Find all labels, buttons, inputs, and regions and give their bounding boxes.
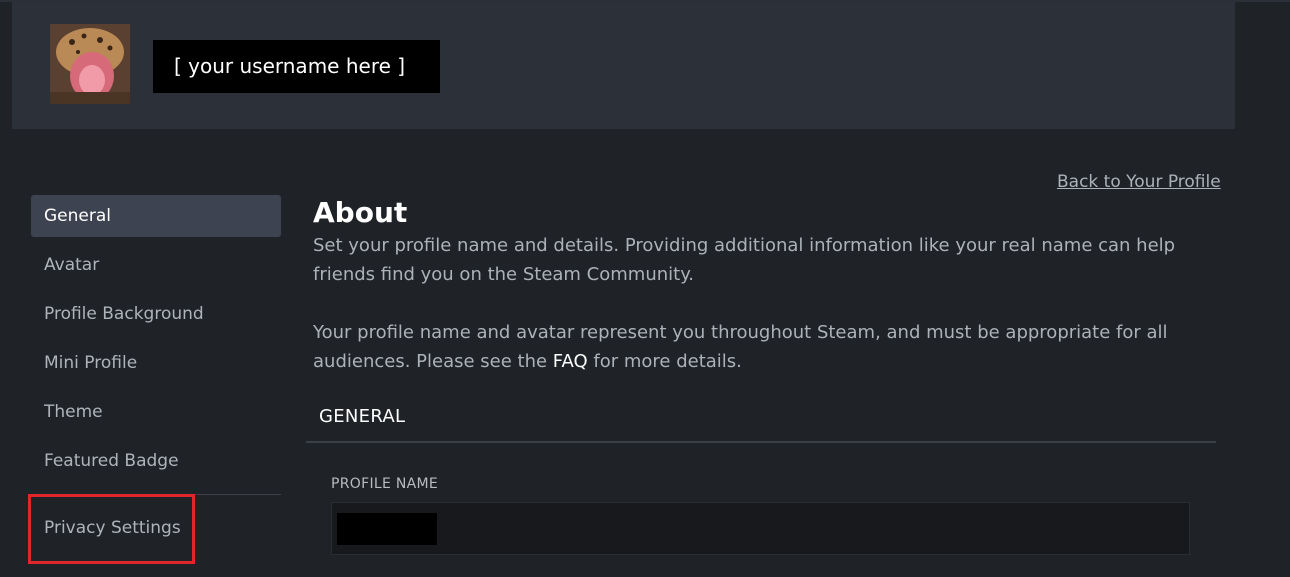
back-to-profile-link[interactable]: Back to Your Profile xyxy=(1057,172,1221,192)
guidelines-text-end: for more details. xyxy=(587,351,742,372)
sidebar-item-privacy-settings[interactable]: Privacy Settings xyxy=(44,518,181,538)
profile-name-input[interactable] xyxy=(331,502,1190,555)
sidebar-item-theme[interactable]: Theme xyxy=(31,391,281,433)
sidebar-item-profile-background[interactable]: Profile Background xyxy=(31,293,281,335)
settings-sidebar: General Avatar Profile Background Mini P… xyxy=(31,195,281,489)
about-description: Set your profile name and details. Provi… xyxy=(313,235,1176,285)
username-display: [ your username here ] xyxy=(153,40,440,93)
profile-header: [ your username here ] xyxy=(12,2,1235,129)
redacted-name xyxy=(337,513,437,545)
about-guidelines: Your profile name and avatar represent y… xyxy=(313,318,1213,376)
sidebar-item-general[interactable]: General xyxy=(31,195,281,237)
sidebar-item-avatar[interactable]: Avatar xyxy=(31,244,281,286)
profile-name-label: PROFILE NAME xyxy=(331,476,439,492)
sidebar-item-featured-badge[interactable]: Featured Badge xyxy=(31,440,281,482)
sidebar-item-mini-profile[interactable]: Mini Profile xyxy=(31,342,281,384)
avatar[interactable] xyxy=(50,24,130,104)
section-title-general: GENERAL xyxy=(319,406,406,427)
page-title: About xyxy=(313,196,408,229)
faq-link[interactable]: FAQ xyxy=(553,351,588,372)
avatar-image xyxy=(50,24,130,104)
section-divider xyxy=(306,441,1216,443)
